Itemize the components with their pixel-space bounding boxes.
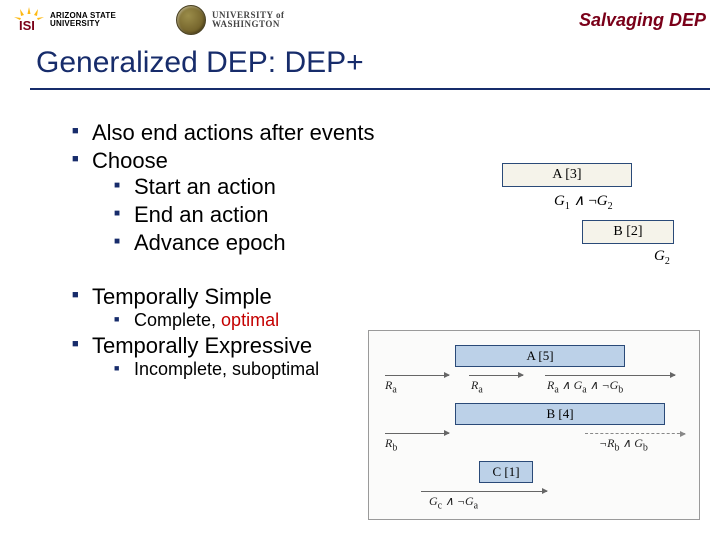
bar-a: A [5] (455, 345, 625, 367)
bullet-text: Temporally Simple (92, 284, 272, 309)
bullet: Temporally Simple Complete, optimal (72, 284, 690, 331)
asu-logo: ISI ARIZONA STATE UNIVERSITY (12, 7, 116, 33)
label-ra2: Ra (471, 378, 483, 395)
formula-b: G2 (654, 248, 670, 267)
arrow (545, 375, 675, 376)
uw-logo: UNIVERSITY of WASHINGTON (176, 5, 284, 35)
sub-bullet: Complete, optimal (114, 310, 690, 331)
bar-b: B [4] (455, 403, 665, 425)
label-rb-formula: ¬Rb ∧ Gb (599, 436, 648, 453)
arrow (421, 491, 547, 492)
uw-seal-icon (176, 5, 206, 35)
title-area: Generalized DEP: DEP+ (0, 40, 720, 80)
svg-text:ISI: ISI (19, 18, 35, 33)
arrow (385, 433, 449, 434)
bullet: Also end actions after events (72, 120, 690, 146)
formula-a: G1 ∧ ¬G2 (554, 191, 613, 212)
label-rb: Rb (385, 436, 397, 453)
uw-line2: WASHINGTON (212, 20, 284, 29)
asu-text: ARIZONA STATE UNIVERSITY (50, 12, 116, 29)
sub-bullets: Complete, optimal (92, 310, 690, 331)
slide-title: Generalized DEP: DEP+ (36, 46, 684, 80)
timeline-diagram: A [5] Ra Ra Ra ∧ Ga ∧ ¬Gb B [4] Rb ¬Rb ∧… (368, 330, 700, 520)
label-gc: Gc ∧ ¬Ga (429, 494, 478, 511)
header-bar: ISI ARIZONA STATE UNIVERSITY UNIVERSITY … (0, 0, 720, 40)
header-subtitle: Salvaging DEP (579, 10, 706, 31)
label-ra-formula: Ra ∧ Ga ∧ ¬Gb (547, 378, 623, 395)
arrow (385, 375, 449, 376)
sub-emph: optimal (221, 310, 279, 330)
bullet-text: Temporally Expressive (92, 333, 312, 358)
dashed-arrow (585, 433, 685, 434)
action-box-b: B [2] (582, 220, 674, 244)
sub-text: Complete, (134, 310, 221, 330)
asu-line2: UNIVERSITY (50, 20, 116, 28)
arrow (469, 375, 523, 376)
label-ra: Ra (385, 378, 397, 395)
bullet-text: Choose (92, 148, 168, 173)
asu-sunburst-icon: ISI (12, 7, 46, 33)
uw-text: UNIVERSITY of WASHINGTON (212, 11, 284, 30)
action-box-a: A [3] (502, 163, 632, 187)
bar-c: C [1] (479, 461, 533, 483)
